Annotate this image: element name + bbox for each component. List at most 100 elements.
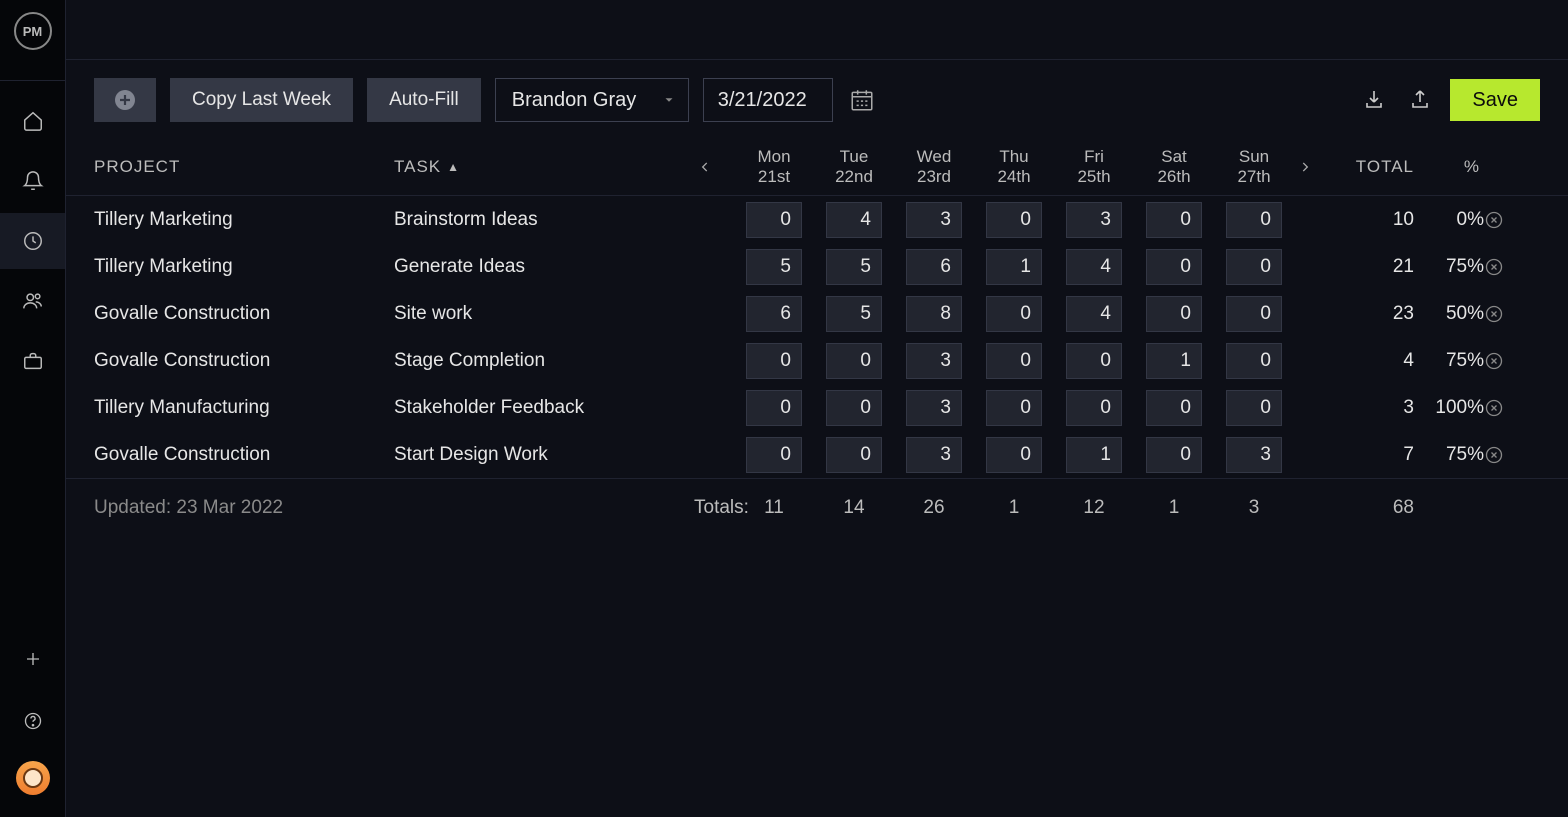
- footer-total-6: 3: [1214, 497, 1294, 519]
- hour-cell[interactable]: 3: [906, 343, 962, 379]
- table-row: Tillery MarketingGenerate Ideas556140021…: [66, 243, 1568, 290]
- nav-projects[interactable]: [0, 333, 65, 389]
- hour-cell[interactable]: 0: [986, 202, 1042, 238]
- hour-cell[interactable]: 4: [1066, 296, 1122, 332]
- copy-last-week-button[interactable]: Copy Last Week: [170, 78, 353, 122]
- cell-task[interactable]: Stage Completion: [394, 350, 694, 372]
- hour-cell[interactable]: 0: [826, 343, 882, 379]
- import-button[interactable]: [1358, 84, 1390, 116]
- auto-fill-button[interactable]: Auto-Fill: [367, 78, 481, 122]
- close-circle-icon: [1484, 398, 1534, 418]
- hour-cell[interactable]: 3: [906, 390, 962, 426]
- hour-cell[interactable]: 1: [986, 249, 1042, 285]
- grid-footer: Updated: 23 Mar 2022 Totals: 11 14 26 1 …: [66, 478, 1568, 536]
- delete-row-button[interactable]: [1484, 304, 1534, 324]
- hour-cell[interactable]: 0: [986, 343, 1042, 379]
- hour-cell[interactable]: 1: [1146, 343, 1202, 379]
- hour-cell[interactable]: 0: [1146, 390, 1202, 426]
- date-input[interactable]: 3/21/2022: [703, 78, 833, 122]
- delete-row-button[interactable]: [1484, 398, 1534, 418]
- export-button[interactable]: [1404, 84, 1436, 116]
- hour-cell[interactable]: 0: [1226, 202, 1282, 238]
- cell-task[interactable]: Site work: [394, 303, 694, 325]
- hour-cell[interactable]: 0: [1146, 202, 1202, 238]
- row-percent: 75%: [1414, 444, 1484, 466]
- hour-cell[interactable]: 5: [746, 249, 802, 285]
- prev-week-button[interactable]: [694, 156, 734, 178]
- hour-cell[interactable]: 0: [746, 390, 802, 426]
- totals-label: Totals:: [694, 497, 734, 519]
- hour-cell[interactable]: 6: [746, 296, 802, 332]
- col-total[interactable]: TOTAL: [1334, 157, 1414, 177]
- hour-cell[interactable]: 0: [1066, 390, 1122, 426]
- nav-home[interactable]: [0, 93, 65, 149]
- nav-notifications[interactable]: [0, 153, 65, 209]
- hour-cell[interactable]: 0: [746, 202, 802, 238]
- cell-project[interactable]: Tillery Marketing: [94, 256, 394, 278]
- close-circle-icon: [1484, 304, 1534, 324]
- cell-task[interactable]: Start Design Work: [394, 444, 694, 466]
- calendar-button[interactable]: [847, 85, 877, 115]
- hour-cell[interactable]: 3: [1066, 202, 1122, 238]
- nav-timesheet[interactable]: [0, 213, 65, 269]
- hour-cell[interactable]: 0: [826, 390, 882, 426]
- hour-cell[interactable]: 3: [1226, 437, 1282, 473]
- sidebar: PM: [0, 0, 66, 817]
- avatar[interactable]: [16, 761, 50, 795]
- row-percent: 75%: [1414, 350, 1484, 372]
- cell-project[interactable]: Govalle Construction: [94, 444, 394, 466]
- day-col-1: Tue22nd: [814, 147, 894, 186]
- hour-cell[interactable]: 0: [826, 437, 882, 473]
- hour-cell[interactable]: 1: [1066, 437, 1122, 473]
- save-button[interactable]: Save: [1450, 79, 1540, 121]
- hour-cell[interactable]: 0: [986, 390, 1042, 426]
- delete-row-button[interactable]: [1484, 210, 1534, 230]
- cell-project[interactable]: Tillery Manufacturing: [94, 397, 394, 419]
- hour-cell[interactable]: 0: [746, 343, 802, 379]
- hour-cell[interactable]: 5: [826, 296, 882, 332]
- footer-total-1: 14: [814, 497, 894, 519]
- hour-cell[interactable]: 0: [1066, 343, 1122, 379]
- hour-cell[interactable]: 3: [906, 437, 962, 473]
- cell-project[interactable]: Tillery Marketing: [94, 209, 394, 231]
- cell-task[interactable]: Brainstorm Ideas: [394, 209, 694, 231]
- hour-cell[interactable]: 6: [906, 249, 962, 285]
- hour-cell[interactable]: 0: [1226, 249, 1282, 285]
- topbar: [66, 0, 1568, 60]
- cell-project[interactable]: Govalle Construction: [94, 303, 394, 325]
- delete-row-button[interactable]: [1484, 257, 1534, 277]
- cell-project[interactable]: Govalle Construction: [94, 350, 394, 372]
- hour-cell[interactable]: 0: [1226, 390, 1282, 426]
- footer-total-4: 12: [1054, 497, 1134, 519]
- next-week-button[interactable]: [1294, 156, 1334, 178]
- hour-cell[interactable]: 0: [1226, 296, 1282, 332]
- hour-cell[interactable]: 0: [1146, 296, 1202, 332]
- delete-row-button[interactable]: [1484, 445, 1534, 465]
- help-icon: [23, 711, 43, 731]
- col-percent[interactable]: %: [1414, 157, 1484, 177]
- hour-cell[interactable]: 4: [1066, 249, 1122, 285]
- hour-cell[interactable]: 8: [906, 296, 962, 332]
- table-row: Govalle ConstructionStart Design Work003…: [66, 431, 1568, 478]
- delete-row-button[interactable]: [1484, 351, 1534, 371]
- cell-task[interactable]: Generate Ideas: [394, 256, 694, 278]
- hour-cell[interactable]: 3: [906, 202, 962, 238]
- hour-cell[interactable]: 0: [1146, 249, 1202, 285]
- col-task[interactable]: TASK ▲: [394, 157, 694, 177]
- nav-team[interactable]: [0, 273, 65, 329]
- hour-cell[interactable]: 0: [986, 296, 1042, 332]
- user-select[interactable]: Brandon Gray: [495, 78, 689, 122]
- row-total: 23: [1334, 303, 1414, 325]
- cell-task[interactable]: Stakeholder Feedback: [394, 397, 694, 419]
- hour-cell[interactable]: 4: [826, 202, 882, 238]
- nav-add[interactable]: [0, 637, 65, 681]
- hour-cell[interactable]: 0: [1146, 437, 1202, 473]
- hour-cell[interactable]: 5: [826, 249, 882, 285]
- nav-help[interactable]: [0, 699, 65, 743]
- hour-cell[interactable]: 0: [986, 437, 1042, 473]
- hour-cell[interactable]: 0: [746, 437, 802, 473]
- add-row-button[interactable]: [94, 78, 156, 122]
- close-circle-icon: [1484, 257, 1534, 277]
- col-project[interactable]: PROJECT: [94, 157, 394, 177]
- hour-cell[interactable]: 0: [1226, 343, 1282, 379]
